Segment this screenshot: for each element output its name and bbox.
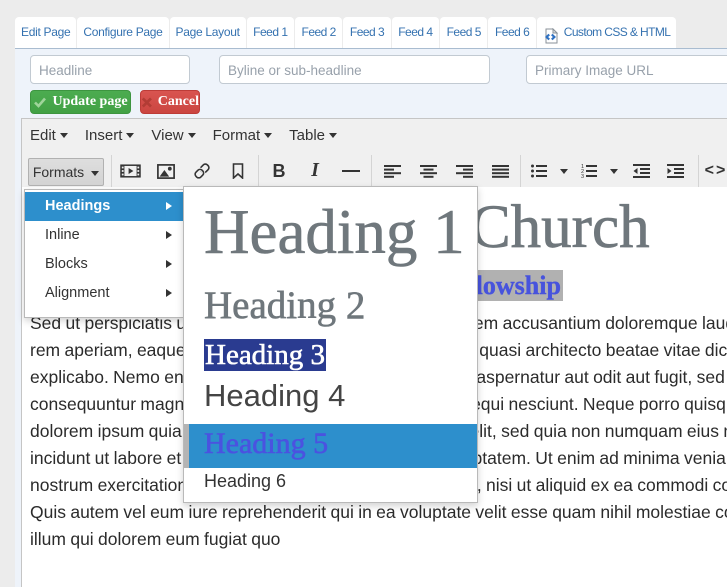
svg-text:3: 3	[581, 174, 584, 178]
